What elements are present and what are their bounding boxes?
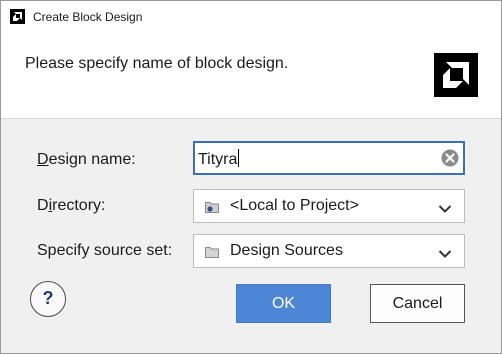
folder-icon: [205, 245, 219, 258]
design-name-label: Design name:: [37, 151, 136, 168]
dialog-header: Please specify name of block design.: [1, 33, 501, 119]
source-set-dropdown[interactable]: Design Sources: [193, 234, 465, 268]
header-message: Please specify name of block design.: [25, 55, 289, 72]
ok-button[interactable]: OK: [236, 284, 331, 323]
design-name-value: Tityra: [198, 151, 238, 168]
directory-dropdown[interactable]: <Local to Project>: [193, 189, 465, 223]
clear-icon[interactable]: [441, 149, 459, 167]
chevron-down-icon[interactable]: [438, 246, 452, 258]
chevron-down-icon[interactable]: [438, 201, 452, 213]
directory-value: <Local to Project>: [230, 197, 359, 214]
window-title: Create Block Design: [33, 10, 143, 24]
help-button[interactable]: ?: [30, 281, 66, 317]
local-folder-icon: [205, 200, 219, 213]
cancel-button[interactable]: Cancel: [370, 284, 465, 323]
source-set-value: Design Sources: [230, 242, 343, 259]
source-set-label: Specify source set:: [37, 242, 173, 259]
title-bar: Create Block Design: [1, 1, 501, 33]
directory-label: Directory:: [37, 197, 106, 214]
create-block-design-dialog: Create Block Design Please specify name …: [0, 0, 502, 354]
amd-logo-icon: [434, 53, 478, 97]
design-name-input[interactable]: Tityra: [193, 141, 465, 175]
amd-app-icon: [10, 9, 25, 24]
